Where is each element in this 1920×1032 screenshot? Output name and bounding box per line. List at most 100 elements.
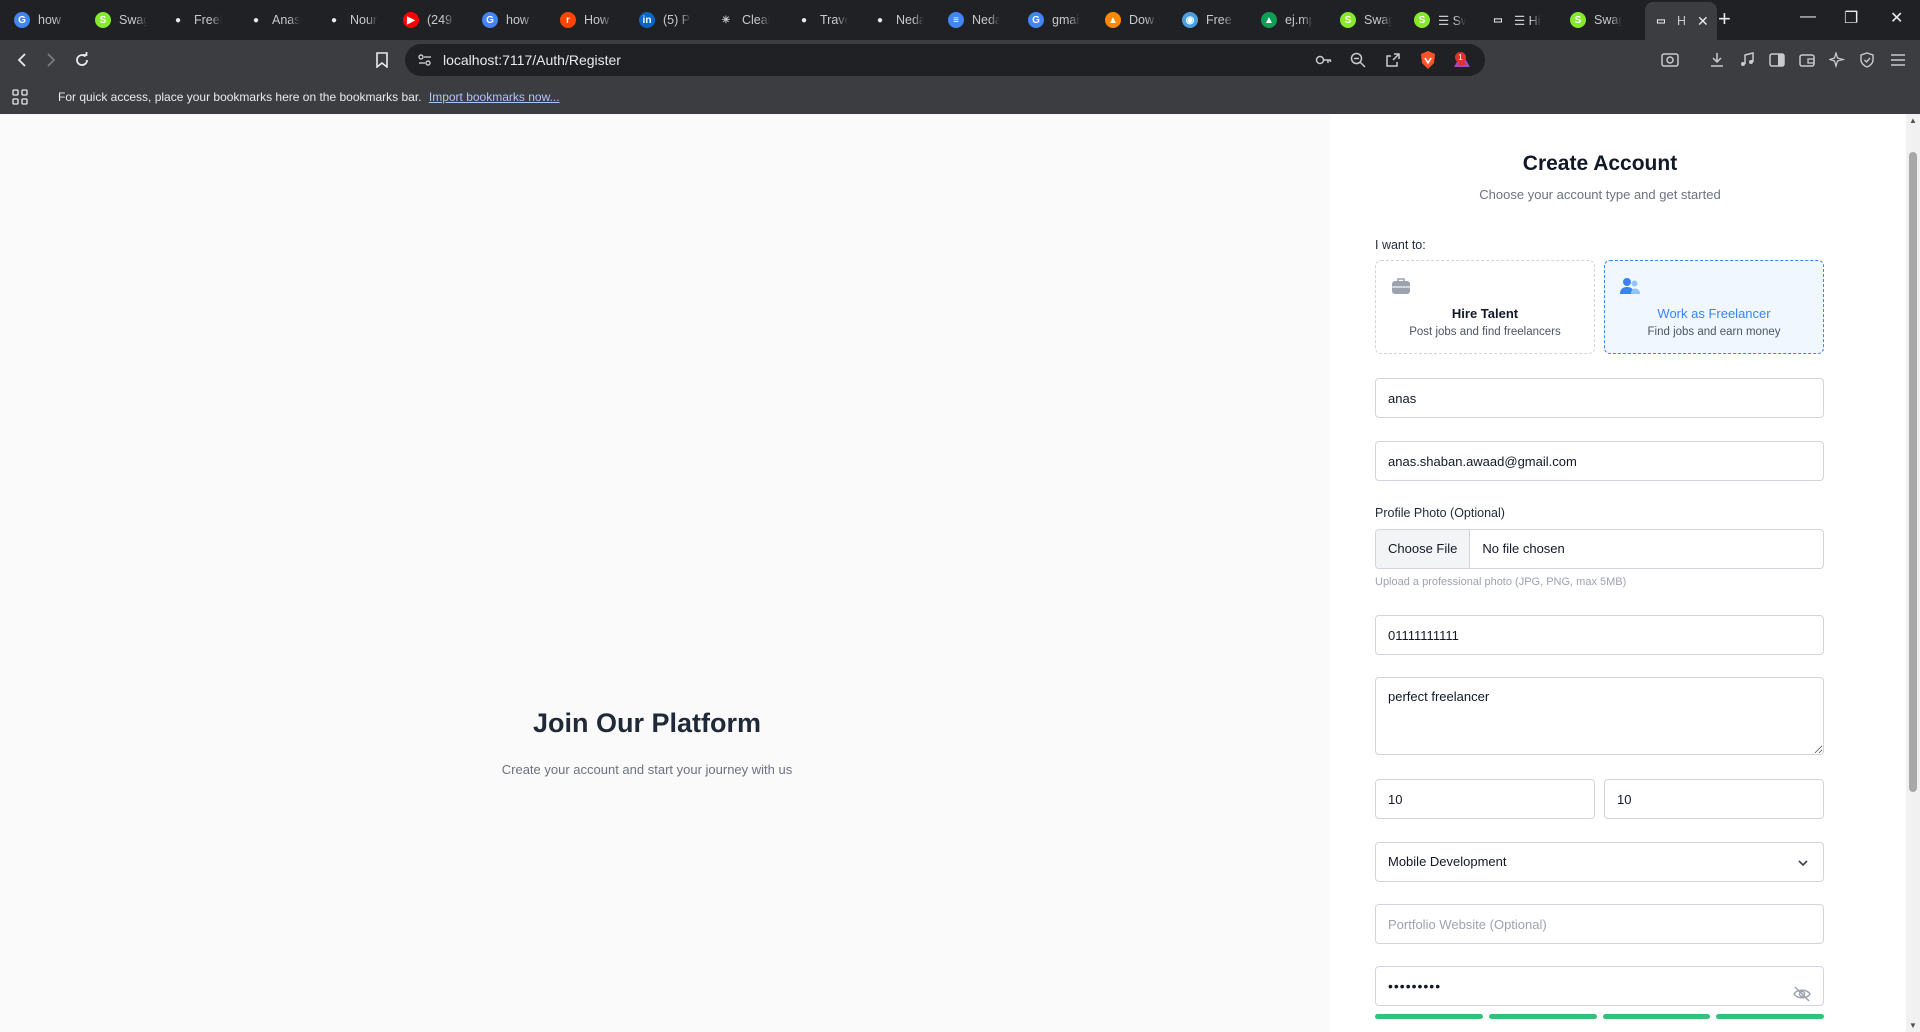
tab-title: How [584,13,610,27]
tab-15[interactable]: ◉ Free [1182,6,1234,34]
new-tab-button[interactable]: + [1718,7,1731,31]
scroll-up-icon[interactable]: ▲ [1909,116,1917,125]
close-window-icon[interactable]: ✕ [1890,8,1903,28]
choose-file-button[interactable]: Choose File [1376,530,1471,568]
restore-icon[interactable]: ❐ [1844,8,1858,28]
menu-icon[interactable] [1886,48,1910,72]
tab-7[interactable]: r How [560,6,612,34]
download-icon[interactable] [1705,48,1729,72]
tab-20[interactable]: S Swag [1570,6,1622,34]
url-text[interactable]: localhost:7117/Auth/Register [443,52,621,68]
bio-textarea[interactable]: perfect freelancer [1375,677,1824,755]
tab-2[interactable]: ● Freel [170,6,222,34]
tab-10[interactable]: ● Trave [796,6,848,34]
bookmark-icon[interactable] [370,48,394,72]
account-type-label: I want to: [1375,238,1426,252]
forward-icon[interactable] [39,48,63,72]
tab-4[interactable]: ● Nour [326,6,378,34]
tab-1[interactable]: S Swag [95,6,147,34]
screenshot-icon[interactable] [1658,48,1682,72]
minimize-icon[interactable]: — [1800,8,1816,26]
category-selected-value: Mobile Development [1388,854,1507,869]
register-form-panel: Create Account Choose your account type … [1330,114,1906,1032]
apps-grid-icon[interactable] [12,89,28,108]
users-icon [1619,275,1641,297]
tab-title: Nour [350,13,378,27]
email-input[interactable] [1375,441,1824,481]
tab-title: Neda [972,13,1000,27]
tab-9[interactable]: ✳ Clean [718,6,770,34]
tab-21[interactable]: ▭ H ✕ [1645,2,1717,40]
password-input[interactable]: ••••••••• [1375,966,1824,1006]
hero-subtitle: Create your account and start your journ… [501,762,793,777]
tab-0[interactable]: Ghow [14,6,66,34]
number-input-a[interactable] [1375,779,1595,819]
address-bar[interactable]: localhost:7117/Auth/Register 1 [405,44,1485,76]
tab-title: (249 [427,13,453,27]
vpn-icon[interactable] [1855,48,1879,72]
tab-13[interactable]: Ggmai [1028,6,1080,34]
tab-5[interactable]: ▶ (249 [403,6,455,34]
password-mask: ••••••••• [1388,978,1442,994]
youtube-icon: ▶ [403,12,419,28]
leo-ai-icon[interactable] [1825,48,1849,72]
back-icon[interactable] [10,48,34,72]
scroll-down-icon[interactable]: ▼ [1909,1021,1917,1030]
drive-icon: ▲ [1261,12,1277,28]
tab-17[interactable]: S Swag [1340,6,1392,34]
full-name-input[interactable] [1375,378,1824,418]
tab-title: (5) Po [663,13,691,27]
bookmarks-hint-text: For quick access, place your bookmarks h… [58,90,422,104]
rewards-icon[interactable]: 1 [1452,50,1472,70]
tab-title: Dow [1129,13,1155,27]
tab-6[interactable]: Ghow t [482,6,534,34]
number-input-b[interactable] [1604,779,1824,819]
tab-title: Swag [1594,13,1622,27]
tab-title: H [1677,14,1687,28]
media-icon[interactable] [1735,48,1759,72]
bookmarks-bar: For quick access, place your bookmarks h… [0,80,1920,114]
tab-title: Swag [119,13,147,27]
tab-14[interactable]: ▲ Dow [1105,6,1157,34]
tab-title: how t [506,13,534,27]
vertical-scrollbar[interactable]: ▲ ▼ [1906,114,1920,1032]
tab-title: Freel [194,13,222,27]
file-status-text: No file chosen [1482,541,1565,556]
wallet-icon[interactable] [1795,48,1819,72]
share-icon[interactable] [1385,52,1401,73]
category-select[interactable]: Mobile Development [1375,842,1824,882]
tab-strip: Ghow S Swag ● Freel ● Anas ● Nour ▶ (249 Ghow t r How… [0,0,1920,40]
tab-18[interactable]: S ☰ Sw [1414,6,1466,34]
close-tab-icon[interactable]: ✕ [1697,13,1709,30]
scrollbar-thumb[interactable] [1909,152,1917,792]
portfolio-input[interactable] [1375,904,1824,944]
tab-3[interactable]: ● Anas [248,6,300,34]
tab-title: gmai [1052,13,1080,27]
tab-19[interactable]: ▭ ☰ Hi [1490,6,1542,34]
phone-input[interactable] [1375,615,1824,655]
tab-title: Swag [1364,13,1392,27]
key-icon[interactable] [1315,52,1333,73]
tab-16[interactable]: ▲ ej.mp [1261,6,1313,34]
tab-8[interactable]: in (5) Po [639,6,691,34]
strength-segment [1716,1014,1824,1019]
eye-off-icon[interactable] [1793,978,1811,1002]
strength-segment [1375,1014,1483,1019]
profile-photo-file-input[interactable]: Choose File No file chosen [1375,529,1824,569]
reload-icon[interactable] [70,48,94,72]
tab-11[interactable]: ● Neda [872,6,924,34]
hire-talent-card[interactable]: Hire Talent Post jobs and find freelance… [1375,260,1595,354]
sidebar-icon[interactable] [1765,48,1789,72]
brave-shields-icon[interactable] [1418,50,1438,70]
password-strength-meter [1375,1014,1824,1019]
hire-talent-title: Hire Talent [1451,306,1519,321]
docs-icon: ≡ [948,12,964,28]
tab-12[interactable]: ≡ Neda [948,6,1000,34]
import-bookmarks-link[interactable]: Import bookmarks now... [429,90,560,104]
github-icon: ● [174,14,182,26]
zoom-icon[interactable] [1350,52,1366,73]
work-as-freelancer-card[interactable]: Work as Freelancer Find jobs and earn mo… [1604,260,1824,354]
hero-panel: Join Our Platform Create your account an… [0,114,1330,1032]
briefcase-icon [1390,275,1412,297]
site-settings-icon[interactable] [417,52,433,73]
